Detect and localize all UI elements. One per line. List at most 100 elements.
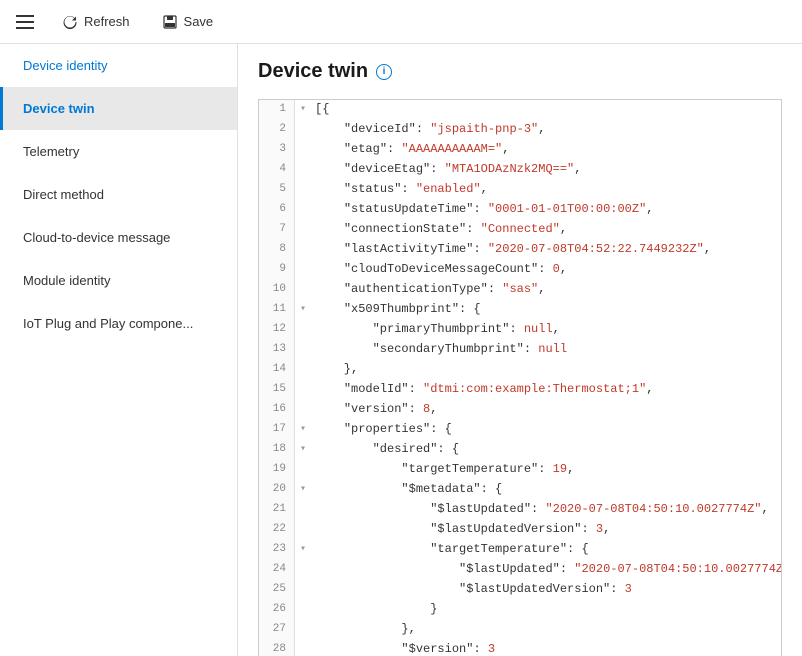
line-content: [{	[311, 100, 781, 120]
line-number: 10	[259, 280, 295, 300]
line-gutter[interactable]: ▾	[295, 540, 311, 560]
line-gutter	[295, 180, 311, 200]
line-number: 28	[259, 640, 295, 656]
code-line: 11▾ "x509Thumbprint": {	[259, 300, 781, 320]
line-number: 20	[259, 480, 295, 500]
sidebar-item-module-identity[interactable]: Module identity	[0, 259, 237, 302]
code-editor[interactable]: 1▾[{2 "deviceId": "jspaith-pnp-3",3 "eta…	[258, 99, 782, 656]
line-content: "primaryThumbprint": null,	[311, 320, 781, 340]
code-line: 2 "deviceId": "jspaith-pnp-3",	[259, 120, 781, 140]
line-number: 27	[259, 620, 295, 640]
line-number: 9	[259, 260, 295, 280]
sidebar: Device identity Device twin Telemetry Di…	[0, 44, 238, 656]
line-content: "deviceEtag": "MTA1ODAzNzk2MQ==",	[311, 160, 781, 180]
line-gutter	[295, 380, 311, 400]
line-gutter[interactable]: ▾	[295, 100, 311, 120]
sidebar-item-direct-method[interactable]: Direct method	[0, 173, 237, 216]
sidebar-item-iot-plug[interactable]: IoT Plug and Play compone...	[0, 302, 237, 345]
code-line: 13 "secondaryThumbprint": null	[259, 340, 781, 360]
line-content: "desired": {	[311, 440, 781, 460]
line-number: 6	[259, 200, 295, 220]
line-number: 25	[259, 580, 295, 600]
code-line: 28 "$version": 3	[259, 640, 781, 656]
code-line: 7 "connectionState": "Connected",	[259, 220, 781, 240]
line-content: "version": 8,	[311, 400, 781, 420]
code-line: 1▾[{	[259, 100, 781, 120]
line-number: 11	[259, 300, 295, 320]
line-gutter	[295, 140, 311, 160]
line-number: 13	[259, 340, 295, 360]
hamburger-menu[interactable]	[12, 11, 38, 33]
code-line: 19 "targetTemperature": 19,	[259, 460, 781, 480]
line-number: 16	[259, 400, 295, 420]
line-content: }	[311, 600, 781, 620]
line-content: "properties": {	[311, 420, 781, 440]
line-gutter	[295, 640, 311, 656]
line-content: "statusUpdateTime": "0001-01-01T00:00:00…	[311, 200, 781, 220]
line-content: },	[311, 360, 781, 380]
line-gutter[interactable]: ▾	[295, 440, 311, 460]
line-number: 14	[259, 360, 295, 380]
code-line: 14 },	[259, 360, 781, 380]
line-number: 7	[259, 220, 295, 240]
line-gutter	[295, 460, 311, 480]
code-line: 24 "$lastUpdated": "2020-07-08T04:50:10.…	[259, 560, 781, 580]
line-number: 12	[259, 320, 295, 340]
line-content: "cloudToDeviceMessageCount": 0,	[311, 260, 781, 280]
refresh-button[interactable]: Refresh	[54, 10, 138, 34]
line-gutter	[295, 360, 311, 380]
line-gutter	[295, 160, 311, 180]
code-line: 3 "etag": "AAAAAAAAAAM=",	[259, 140, 781, 160]
line-content: "lastActivityTime": "2020-07-08T04:52:22…	[311, 240, 781, 260]
line-number: 18	[259, 440, 295, 460]
line-content: "connectionState": "Connected",	[311, 220, 781, 240]
line-number: 8	[259, 240, 295, 260]
code-line: 5 "status": "enabled",	[259, 180, 781, 200]
line-content: "$lastUpdatedVersion": 3	[311, 580, 781, 600]
code-line: 4 "deviceEtag": "MTA1ODAzNzk2MQ==",	[259, 160, 781, 180]
line-gutter[interactable]: ▾	[295, 420, 311, 440]
line-gutter	[295, 620, 311, 640]
sidebar-item-telemetry[interactable]: Telemetry	[0, 130, 237, 173]
line-number: 24	[259, 560, 295, 580]
line-content: },	[311, 620, 781, 640]
info-icon[interactable]: i	[376, 64, 392, 80]
code-line: 17▾ "properties": {	[259, 420, 781, 440]
code-line: 27 },	[259, 620, 781, 640]
line-gutter	[295, 200, 311, 220]
line-number: 15	[259, 380, 295, 400]
sidebar-item-cloud-to-device[interactable]: Cloud-to-device message	[0, 216, 237, 259]
line-gutter[interactable]: ▾	[295, 300, 311, 320]
save-button[interactable]: Save	[154, 10, 222, 34]
line-content: "status": "enabled",	[311, 180, 781, 200]
line-number: 3	[259, 140, 295, 160]
code-line: 15 "modelId": "dtmi:com:example:Thermost…	[259, 380, 781, 400]
code-line: 26 }	[259, 600, 781, 620]
code-line: 18▾ "desired": {	[259, 440, 781, 460]
line-content: "$metadata": {	[311, 480, 781, 500]
line-number: 4	[259, 160, 295, 180]
code-line: 25 "$lastUpdatedVersion": 3	[259, 580, 781, 600]
line-content: "deviceId": "jspaith-pnp-3",	[311, 120, 781, 140]
line-gutter	[295, 260, 311, 280]
line-content: "$lastUpdatedVersion": 3,	[311, 520, 781, 540]
line-content: "$version": 3	[311, 640, 781, 656]
line-gutter	[295, 280, 311, 300]
sidebar-item-device-twin[interactable]: Device twin	[0, 87, 237, 130]
sidebar-item-device-identity[interactable]: Device identity	[0, 44, 237, 87]
line-number: 21	[259, 500, 295, 520]
top-bar: Refresh Save	[0, 0, 802, 44]
line-content: "x509Thumbprint": {	[311, 300, 781, 320]
line-gutter	[295, 560, 311, 580]
line-gutter	[295, 220, 311, 240]
line-number: 2	[259, 120, 295, 140]
line-gutter[interactable]: ▾	[295, 480, 311, 500]
line-number: 19	[259, 460, 295, 480]
code-line: 21 "$lastUpdated": "2020-07-08T04:50:10.…	[259, 500, 781, 520]
code-line: 23▾ "targetTemperature": {	[259, 540, 781, 560]
line-gutter	[295, 340, 311, 360]
line-content: "$lastUpdated": "2020-07-08T04:50:10.002…	[311, 560, 782, 580]
code-line: 9 "cloudToDeviceMessageCount": 0,	[259, 260, 781, 280]
line-content: "secondaryThumbprint": null	[311, 340, 781, 360]
content-area: Device twin i 1▾[{2 "deviceId": "jspaith…	[238, 44, 802, 656]
